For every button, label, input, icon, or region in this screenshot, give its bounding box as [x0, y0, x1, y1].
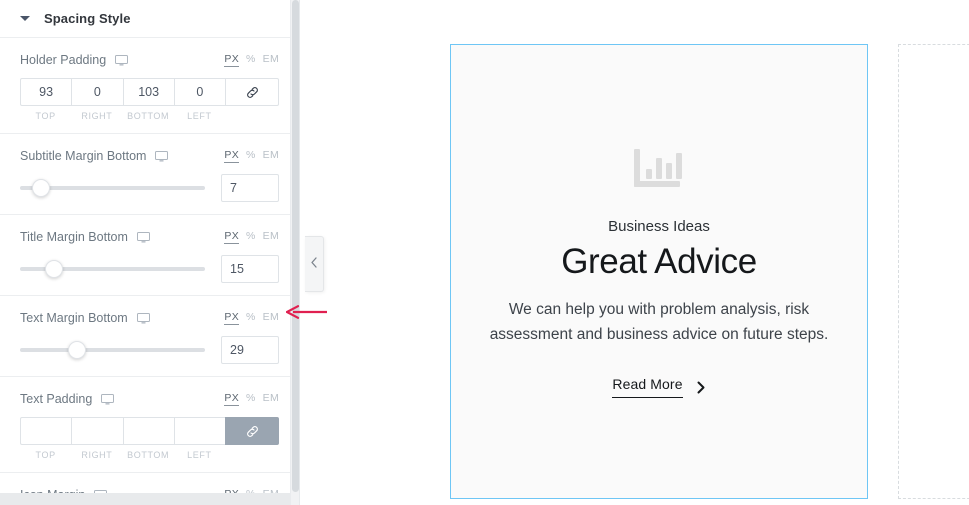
unit-percent[interactable]: %	[246, 392, 256, 404]
unit-toggle-group: PX % EM	[224, 149, 279, 163]
padding-bottom-input[interactable]: 103	[122, 78, 174, 106]
unit-px[interactable]: PX	[224, 392, 239, 406]
control-header: Text Margin Bottom PX % EM	[20, 310, 279, 326]
control-label: Text Margin Bottom	[20, 311, 128, 325]
control-label: Subtitle Margin Bottom	[20, 149, 147, 163]
card-title: Great Advice	[561, 241, 757, 281]
read-more-label: Read More	[612, 376, 683, 399]
unit-toggle-group: PX % EM	[224, 230, 279, 244]
settings-panel: Spacing Style Holder Padding PX % EM 93 …	[0, 0, 300, 505]
slider-track	[20, 348, 205, 352]
unit-px[interactable]: PX	[224, 149, 239, 163]
unit-percent[interactable]: %	[246, 230, 256, 242]
label-spacer	[225, 111, 279, 121]
control-title-margin-bottom: Title Margin Bottom PX % EM 15	[0, 215, 299, 296]
link-values-toggle[interactable]	[225, 417, 279, 445]
read-more-link[interactable]: Read More	[612, 376, 706, 399]
label-bottom: BOTTOM	[127, 450, 170, 460]
slider[interactable]	[20, 178, 205, 198]
padding-top-input[interactable]	[20, 417, 72, 445]
dimension-inputs	[20, 417, 279, 445]
label-top: TOP	[35, 450, 56, 460]
slider-thumb[interactable]	[68, 341, 87, 359]
card-description: We can help you with problem analysis, r…	[489, 300, 829, 343]
unit-toggle-group: PX % EM	[224, 53, 279, 67]
label-bottom: BOTTOM	[127, 111, 170, 121]
section-title: Spacing Style	[44, 11, 131, 26]
unit-px[interactable]: PX	[224, 311, 239, 325]
label-top: TOP	[35, 111, 56, 121]
unit-em[interactable]: EM	[263, 392, 279, 404]
control-subtitle-margin-bottom: Subtitle Margin Bottom PX % EM 7	[0, 134, 299, 215]
padding-right-input[interactable]: 0	[71, 78, 123, 106]
unit-em[interactable]: EM	[263, 53, 279, 65]
monitor-icon[interactable]	[155, 150, 169, 162]
label-left: LEFT	[187, 111, 212, 121]
card-subtitle: Business Ideas	[608, 217, 710, 235]
unit-em[interactable]: EM	[263, 149, 279, 161]
control-label: Holder Padding	[20, 53, 107, 67]
monitor-icon[interactable]	[101, 393, 115, 405]
panel-collapse-toggle[interactable]	[305, 236, 324, 292]
padding-top-input[interactable]: 93	[20, 78, 72, 106]
label-left: LEFT	[187, 450, 212, 460]
text-margin-bottom-value[interactable]: 29	[221, 336, 279, 364]
chevron-left-icon	[310, 255, 318, 273]
slider-thumb[interactable]	[31, 179, 50, 197]
padding-left-input[interactable]: 0	[173, 78, 225, 106]
section-header-spacing-style[interactable]: Spacing Style	[0, 0, 299, 38]
unit-toggle-group: PX % EM	[224, 311, 279, 325]
unit-toggle-group: PX % EM	[224, 392, 279, 406]
control-header: Text Padding PX % EM	[20, 391, 279, 407]
padding-bottom-input[interactable]	[122, 417, 174, 445]
dimension-inputs: 93 0 103 0	[20, 78, 279, 106]
label-spacer	[225, 450, 279, 460]
panel-scrollbar[interactable]	[290, 0, 299, 505]
unit-percent[interactable]: %	[246, 311, 256, 323]
slider-row: 7	[20, 174, 279, 202]
value-input[interactable]: 7	[221, 174, 279, 202]
control-text-margin-bottom: Text Margin Bottom PX % EM 29	[0, 296, 299, 377]
slider-row: 29	[20, 336, 279, 364]
panel-scrollbar-thumb[interactable]	[292, 0, 299, 492]
slider-thumb[interactable]	[45, 260, 64, 278]
unit-px[interactable]: PX	[224, 230, 239, 244]
chevron-right-icon	[696, 381, 706, 394]
control-text-padding: Text Padding PX % EM TOP RIGHT BOTTOM LE…	[0, 377, 299, 473]
label-right: RIGHT	[81, 450, 113, 460]
bar-chart-icon	[632, 145, 686, 200]
dimension-labels: TOP RIGHT BOTTOM LEFT	[20, 450, 279, 460]
label-right: RIGHT	[81, 111, 113, 121]
padding-left-input[interactable]	[173, 417, 225, 445]
empty-column-placeholder[interactable]	[898, 44, 969, 499]
panel-footer	[0, 493, 299, 505]
slider[interactable]	[20, 340, 205, 360]
control-header: Title Margin Bottom PX % EM	[20, 229, 279, 245]
monitor-icon[interactable]	[136, 231, 150, 243]
info-box-widget[interactable]: Business Ideas Great Advice We can help …	[450, 44, 868, 499]
caret-down-icon[interactable]	[20, 16, 30, 21]
link-values-toggle[interactable]	[225, 78, 279, 106]
control-label: Title Margin Bottom	[20, 230, 128, 244]
monitor-icon[interactable]	[115, 54, 129, 66]
preview-canvas: Business Ideas Great Advice We can help …	[300, 0, 969, 505]
control-label: Text Padding	[20, 392, 93, 406]
control-header: Subtitle Margin Bottom PX % EM	[20, 148, 279, 164]
slider-row: 15	[20, 255, 279, 283]
unit-percent[interactable]: %	[246, 53, 256, 65]
monitor-icon[interactable]	[136, 312, 150, 324]
value-input[interactable]: 15	[221, 255, 279, 283]
unit-em[interactable]: EM	[263, 311, 279, 323]
unit-em[interactable]: EM	[263, 230, 279, 242]
unit-px[interactable]: PX	[224, 53, 239, 67]
padding-right-input[interactable]	[71, 417, 123, 445]
dimension-labels: TOP RIGHT BOTTOM LEFT	[20, 111, 279, 121]
control-holder-padding: Holder Padding PX % EM 93 0 103 0 TOP RI…	[0, 38, 299, 134]
slider[interactable]	[20, 259, 205, 279]
unit-percent[interactable]: %	[246, 149, 256, 161]
editor-window: Spacing Style Holder Padding PX % EM 93 …	[0, 0, 969, 505]
control-header: Holder Padding PX % EM	[20, 52, 279, 68]
